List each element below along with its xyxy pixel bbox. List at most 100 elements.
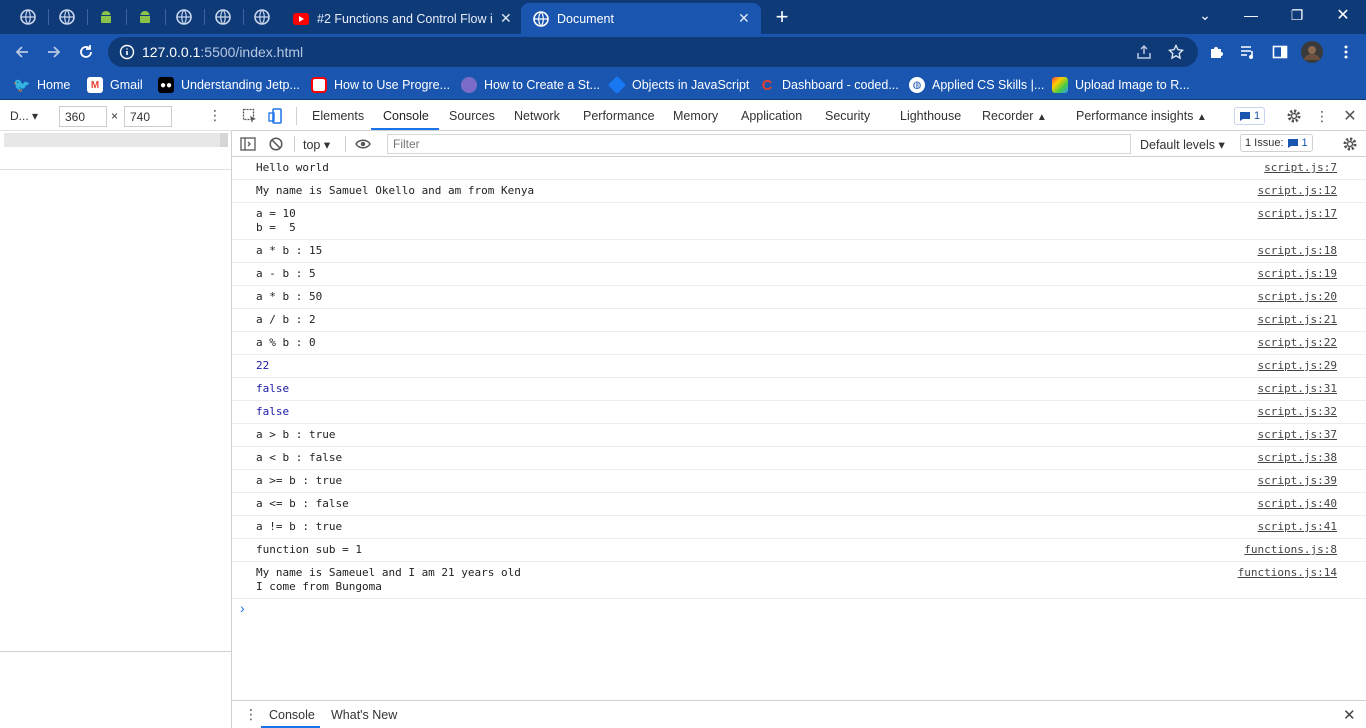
console-prompt-icon[interactable]: › bbox=[240, 600, 245, 616]
tab-lighthouse[interactable]: Lighthouse bbox=[900, 109, 961, 123]
console-settings-icon[interactable] bbox=[1340, 135, 1360, 153]
source-link[interactable]: script.js:7 bbox=[1264, 161, 1337, 175]
source-link[interactable]: script.js:37 bbox=[1258, 428, 1337, 442]
issues-badge[interactable]: 1 Issue: 1 bbox=[1240, 134, 1313, 152]
source-link[interactable]: script.js:38 bbox=[1258, 451, 1337, 465]
bookmark-item[interactable]: Objects in JavaScript bbox=[607, 75, 749, 95]
drawer-tab-console[interactable]: Console bbox=[269, 708, 315, 722]
device-toggle-icon[interactable] bbox=[266, 107, 286, 125]
close-drawer-icon[interactable]: ✕ bbox=[1343, 706, 1356, 724]
pinned-tab[interactable] bbox=[207, 5, 239, 29]
source-link[interactable]: script.js:21 bbox=[1258, 313, 1337, 327]
tab-youtube[interactable]: #2 Functions and Control Flow in ✕ bbox=[284, 3, 520, 34]
avatar-icon bbox=[1301, 41, 1323, 63]
bookmark-item[interactable]: How to Use Progre... bbox=[311, 75, 450, 95]
source-link[interactable]: functions.js:8 bbox=[1244, 543, 1337, 557]
tab-title: #2 Functions and Control Flow in bbox=[317, 11, 493, 26]
console-message-text: My name is Sameuel and I am 21 years old… bbox=[256, 566, 521, 593]
console-message-text: a / b : 2 bbox=[256, 313, 316, 326]
pinned-tab[interactable] bbox=[12, 5, 44, 29]
new-tab-button[interactable]: + bbox=[759, 2, 805, 32]
pinned-tab[interactable] bbox=[168, 5, 200, 29]
tab-performance-insights[interactable]: Performance insights ▲ bbox=[1076, 109, 1207, 123]
eye-icon[interactable] bbox=[353, 135, 373, 153]
bookmark-item[interactable]: C Dashboard - coded... bbox=[759, 75, 899, 95]
bookmark-item[interactable]: 🐦 Home bbox=[13, 75, 70, 95]
chrome-menu-button[interactable] bbox=[1334, 40, 1358, 64]
tab-memory[interactable]: Memory bbox=[673, 109, 718, 123]
drawer-tab-whats-new[interactable]: What's New bbox=[331, 708, 397, 722]
source-link[interactable]: script.js:41 bbox=[1258, 520, 1337, 534]
tab-elements[interactable]: Elements bbox=[312, 109, 364, 123]
bookmark-item[interactable]: M Gmail bbox=[87, 75, 143, 95]
more-vertical-icon[interactable]: ⋮ bbox=[1312, 107, 1332, 125]
sidebar-toggle-icon[interactable] bbox=[238, 135, 258, 153]
pinned-tab[interactable] bbox=[90, 5, 122, 29]
reading-list-button[interactable] bbox=[1236, 40, 1260, 64]
bookmark-item[interactable]: Upload Image to R... bbox=[1052, 75, 1190, 95]
inspect-element-icon[interactable] bbox=[240, 107, 260, 125]
pinned-tab[interactable] bbox=[129, 5, 161, 29]
tab-performance[interactable]: Performance bbox=[583, 109, 655, 123]
settings-gear-icon[interactable] bbox=[1284, 107, 1304, 125]
tab-document[interactable]: Document ✕ bbox=[521, 3, 761, 34]
close-window-button[interactable]: ✕ bbox=[1320, 0, 1366, 30]
tab-application[interactable]: Application bbox=[741, 109, 802, 123]
source-link[interactable]: script.js:31 bbox=[1258, 382, 1337, 396]
viewport-width-input[interactable] bbox=[59, 106, 107, 127]
share-icon[interactable] bbox=[1136, 44, 1152, 60]
source-link[interactable]: script.js:18 bbox=[1258, 244, 1337, 258]
bookmark-item[interactable]: How to Create a St... bbox=[461, 75, 600, 95]
source-link[interactable]: script.js:20 bbox=[1258, 290, 1337, 304]
forward-button[interactable] bbox=[42, 40, 66, 64]
source-link[interactable]: script.js:29 bbox=[1258, 359, 1337, 373]
extensions-button[interactable] bbox=[1204, 40, 1228, 64]
pinned-tab[interactable] bbox=[51, 5, 83, 29]
source-link[interactable]: script.js:19 bbox=[1258, 267, 1337, 281]
console-message-text: My name is Samuel Okello and am from Ken… bbox=[256, 184, 535, 197]
drawer-menu-icon[interactable]: ⋮ bbox=[244, 706, 258, 723]
back-button[interactable] bbox=[10, 40, 34, 64]
source-link[interactable]: script.js:39 bbox=[1258, 474, 1337, 488]
address-bar[interactable]: 127.0.0.1:5500/index.html bbox=[108, 37, 1198, 67]
tab-sources[interactable]: Sources bbox=[449, 109, 495, 123]
filter-input[interactable] bbox=[387, 134, 1131, 154]
more-vertical-icon[interactable]: ⋮ bbox=[208, 107, 222, 124]
close-icon[interactable]: ✕ bbox=[738, 10, 750, 27]
close-icon[interactable]: ✕ bbox=[500, 10, 512, 27]
bookmark-item[interactable]: ●● Understanding Jetp... bbox=[158, 75, 300, 95]
tab-console[interactable]: Console bbox=[383, 109, 429, 123]
pinned-tab[interactable] bbox=[246, 5, 278, 29]
source-link[interactable]: functions.js:14 bbox=[1238, 566, 1337, 580]
star-icon[interactable] bbox=[1168, 44, 1184, 60]
tab-search-button[interactable]: ⌄ bbox=[1182, 0, 1228, 30]
active-tab-indicator bbox=[371, 128, 439, 130]
source-link[interactable]: script.js:32 bbox=[1258, 405, 1337, 419]
source-link[interactable]: script.js:12 bbox=[1258, 184, 1337, 198]
context-select[interactable]: top ▾ bbox=[303, 137, 330, 152]
bookmark-item[interactable]: ◍ Applied CS Skills |... bbox=[909, 75, 1044, 95]
log-levels-select[interactable]: Default levels ▾ bbox=[1140, 137, 1225, 152]
console-toolbar: top ▾ Default levels ▾ 1 Issue: 1 bbox=[232, 131, 1366, 157]
source-link[interactable]: script.js:40 bbox=[1258, 497, 1337, 511]
console-message-text: false bbox=[256, 405, 290, 418]
side-panel-button[interactable] bbox=[1268, 40, 1292, 64]
close-devtools-icon[interactable]: ✕ bbox=[1340, 107, 1360, 125]
messages-badge[interactable]: 1 bbox=[1234, 107, 1266, 125]
media-query-ruler[interactable] bbox=[4, 133, 228, 147]
restore-button[interactable]: ❐ bbox=[1274, 0, 1320, 30]
clear-console-icon[interactable] bbox=[266, 135, 286, 153]
viewport-height-input[interactable] bbox=[124, 106, 172, 127]
source-link[interactable]: script.js:17 bbox=[1258, 207, 1337, 221]
gmail-icon: M bbox=[87, 77, 103, 93]
tab-recorder[interactable]: Recorder ▲ bbox=[982, 109, 1047, 123]
profile-avatar[interactable] bbox=[1300, 40, 1324, 64]
tab-security[interactable]: Security bbox=[825, 109, 870, 123]
playlist-icon bbox=[1241, 46, 1253, 59]
reload-button[interactable] bbox=[74, 40, 98, 64]
minimize-button[interactable]: — bbox=[1228, 0, 1274, 30]
device-select[interactable]: D... ▾ bbox=[10, 109, 38, 123]
source-link[interactable]: script.js:22 bbox=[1258, 336, 1337, 350]
globe-icon: ◍ bbox=[909, 77, 925, 93]
tab-network[interactable]: Network bbox=[514, 109, 560, 123]
